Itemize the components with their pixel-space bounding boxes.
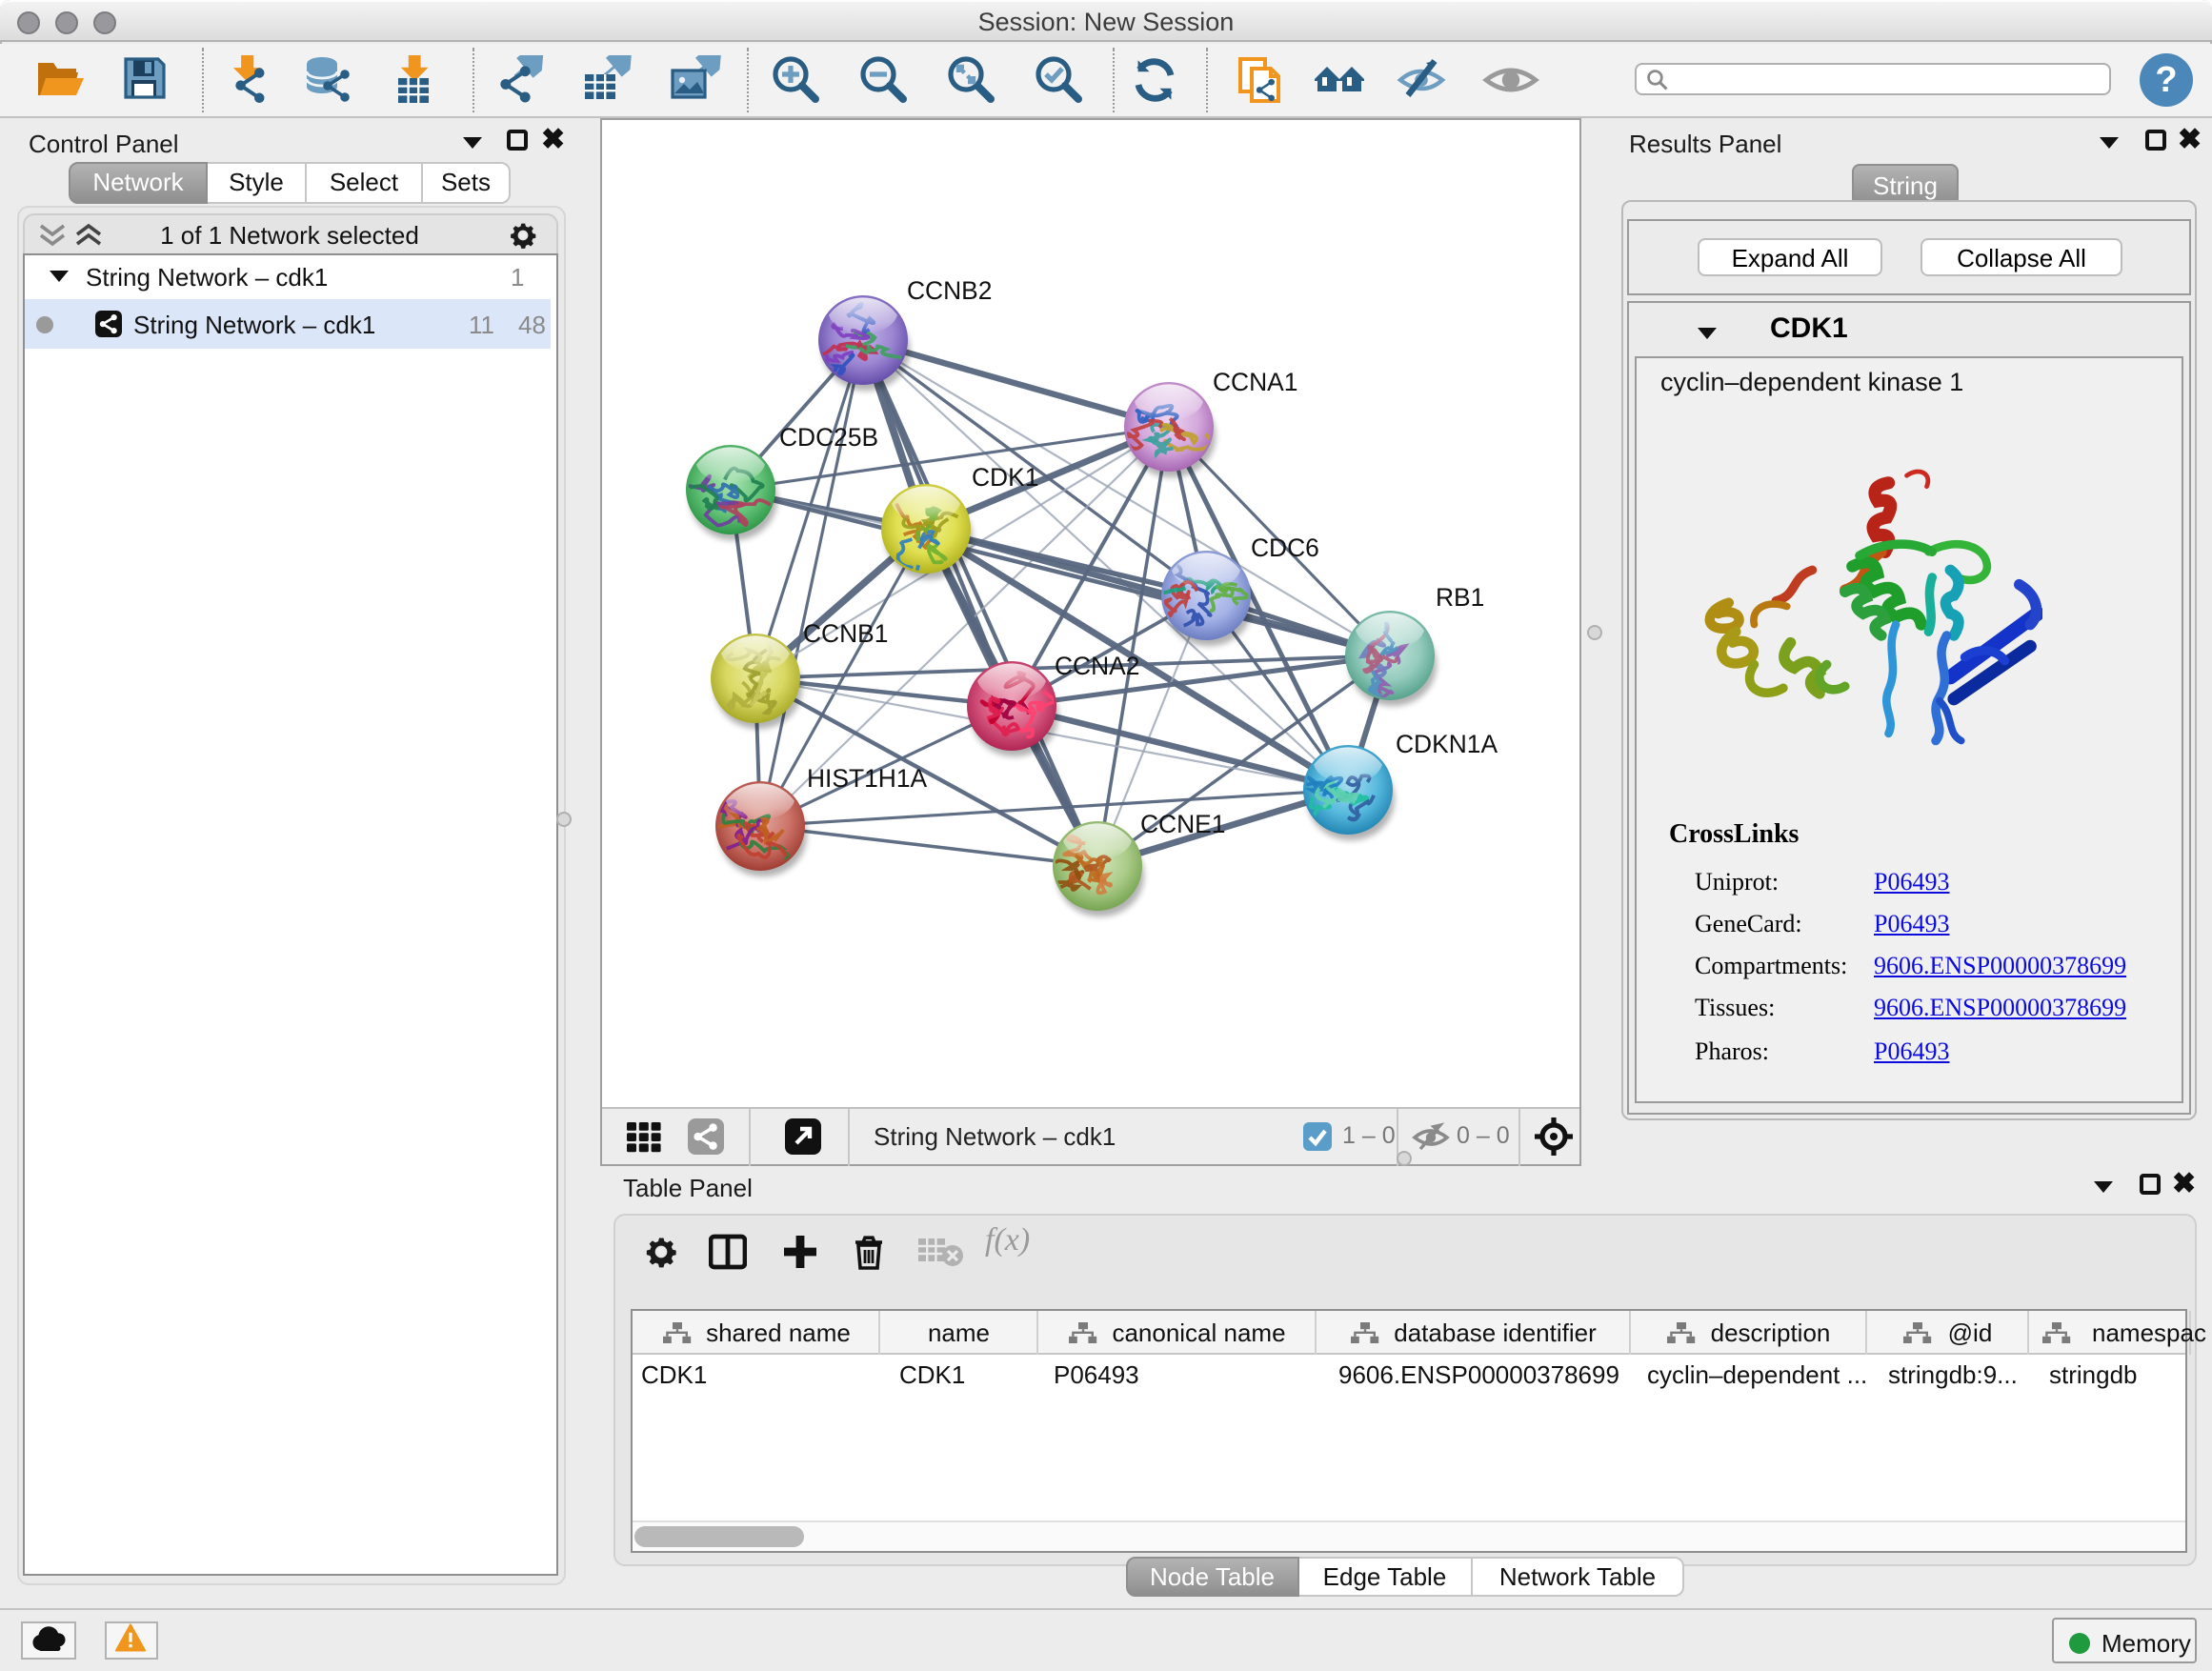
svg-text:CDC25B: CDC25B bbox=[778, 422, 877, 451]
svg-text:CDKN1A: CDKN1A bbox=[1395, 729, 1497, 757]
svg-text:HIST1H1A: HIST1H1A bbox=[806, 763, 927, 792]
svg-text:CDK1: CDK1 bbox=[971, 462, 1037, 491]
svg-text:?: ? bbox=[2155, 59, 2177, 99]
svg-text:CCNA2: CCNA2 bbox=[1054, 651, 1138, 679]
svg-text:CCNB2: CCNB2 bbox=[906, 275, 991, 304]
svg-text:CCNE1: CCNE1 bbox=[1139, 809, 1224, 837]
svg-text:CCNA1: CCNA1 bbox=[1212, 367, 1297, 395]
svg-text:RB1: RB1 bbox=[1435, 582, 1483, 611]
svg-text:CDC6: CDC6 bbox=[1250, 533, 1318, 561]
svg-text:CCNB1: CCNB1 bbox=[802, 618, 887, 647]
